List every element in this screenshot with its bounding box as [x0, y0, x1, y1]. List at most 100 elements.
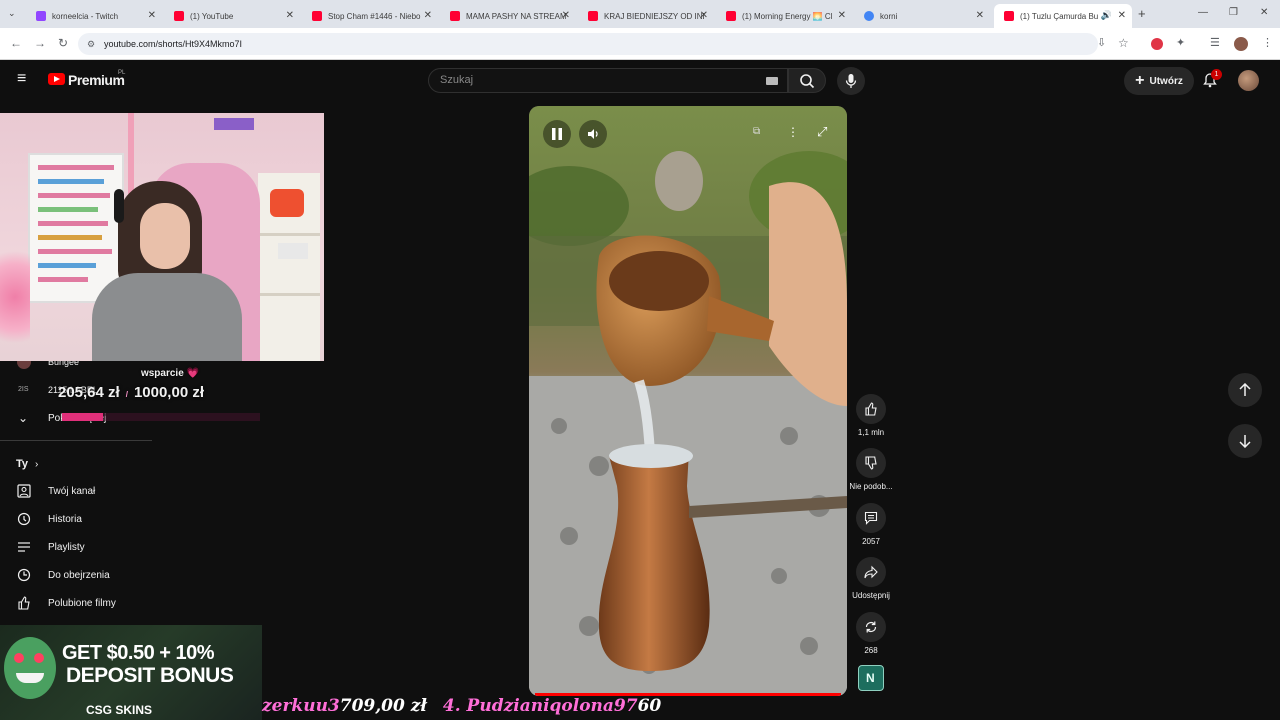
- sidebar-item-history[interactable]: Historia: [0, 505, 250, 533]
- donation-goal-row: 205,64 zł / 1000,00 zł: [0, 384, 262, 401]
- search-button[interactable]: [788, 68, 826, 93]
- ticker-rank: 4.: [442, 696, 461, 716]
- tab-close-icon[interactable]: ✕: [148, 10, 156, 21]
- chevron-right-icon: ›: [35, 458, 39, 470]
- sidebar-section-you[interactable]: Ty ›: [0, 450, 250, 478]
- minimize-icon[interactable]: —: [1198, 7, 1208, 18]
- tab-title: (1) Morning Energy 🌅 Cl: [742, 11, 833, 21]
- donation-label: wsparcie 💗: [140, 368, 200, 379]
- tab-close-icon[interactable]: ✕: [700, 10, 708, 21]
- sidebar-item-label: Do obejrzenia: [48, 569, 110, 581]
- webcam-overlay: [0, 113, 324, 361]
- more-options-icon[interactable]: ⋮: [787, 125, 799, 139]
- share-button[interactable]: Udostępnij: [849, 557, 893, 600]
- tab-search-icon[interactable]: ⌄: [8, 8, 16, 19]
- tab-close-icon[interactable]: ✕: [562, 10, 570, 21]
- window-close-icon[interactable]: ✕: [1260, 7, 1268, 18]
- create-button[interactable]: + Utwórz: [1124, 67, 1194, 95]
- previous-short-button[interactable]: [1228, 373, 1262, 407]
- tab-title: korni: [880, 11, 898, 21]
- next-short-button[interactable]: [1228, 424, 1262, 458]
- back-icon[interactable]: ←: [10, 36, 22, 50]
- sidebar-item-your-channel[interactable]: Twój kanał: [0, 477, 250, 505]
- captions-icon[interactable]: ⧉: [753, 126, 760, 137]
- pause-button[interactable]: [543, 120, 571, 148]
- tab-close-icon[interactable]: ✕: [976, 10, 984, 21]
- google-favicon-icon: [864, 11, 874, 21]
- sidebar-item-playlists[interactable]: Playlisty: [0, 533, 250, 561]
- extension-icon[interactable]: [1151, 38, 1163, 50]
- share-icon: [864, 565, 878, 579]
- sidebar-item-label: Polubione filmy: [48, 597, 116, 609]
- tab-tuzlu-active[interactable]: (1) Tuzlu Çamurda Bu 🔊 ✕: [994, 4, 1132, 28]
- remix-button[interactable]: 268: [849, 612, 893, 655]
- tab-morning-energy[interactable]: (1) Morning Energy 🌅 Cl ✕: [716, 4, 852, 28]
- keyboard-icon[interactable]: [766, 77, 778, 85]
- sound-thumbnail[interactable]: N: [858, 665, 884, 691]
- channel-icon: [17, 484, 31, 498]
- tab-close-icon[interactable]: ✕: [286, 10, 294, 21]
- playlist-icon: [18, 542, 30, 552]
- tab-youtube[interactable]: (1) YouTube ✕: [164, 4, 300, 28]
- youtube-favicon-icon: [1004, 11, 1014, 21]
- tab-close-icon[interactable]: ✕: [838, 10, 846, 21]
- account-avatar[interactable]: [1238, 70, 1259, 91]
- youtube-logo-icon[interactable]: [48, 73, 65, 85]
- sponsor-banner: GET $0.50 + 10% DEPOSIT BONUS CSG SKINS: [0, 625, 262, 720]
- search-icon: [800, 73, 815, 88]
- plus-icon: +: [1135, 72, 1145, 89]
- youtube-favicon-icon: [312, 11, 322, 21]
- like-button[interactable]: 1,1 mln: [849, 394, 893, 437]
- tab-title: (1) Tuzlu Çamurda Bu: [1020, 11, 1099, 21]
- tab-title: korneelcia - Twitch: [52, 11, 119, 21]
- browser-menu-icon[interactable]: ⋮: [1262, 36, 1273, 49]
- tab-title: Stop Cham #1446 - Niebo: [328, 11, 421, 21]
- search-input[interactable]: Szukaj: [428, 68, 788, 93]
- url-field[interactable]: ⚙ youtube.com/shorts/Ht9X4Mkmo7I: [78, 33, 1098, 55]
- donation-separator: /: [125, 390, 128, 399]
- site-info-icon[interactable]: ⚙: [87, 33, 95, 55]
- short-video-player[interactable]: ⧉ ⋮ ⤢: [529, 106, 847, 696]
- sidebar-item-watch-later[interactable]: Do obejrzenia: [0, 561, 250, 589]
- notification-badge: 1: [1211, 69, 1222, 80]
- video-frame: [529, 106, 847, 696]
- notifications-button[interactable]: 1: [1202, 69, 1222, 90]
- tab-kraj[interactable]: KRAJ BIEDNIEJSZY OD INDII ✕: [578, 4, 714, 28]
- fullscreen-icon[interactable]: ⤢: [817, 124, 827, 140]
- donation-progress-fill: [62, 413, 103, 421]
- wall-frame: [214, 118, 254, 130]
- logo-text[interactable]: Premium: [68, 72, 125, 88]
- bookmark-star-icon[interactable]: ☆: [1118, 36, 1129, 50]
- history-icon: [17, 512, 31, 526]
- volume-icon: [588, 129, 598, 139]
- volume-button[interactable]: [579, 120, 607, 148]
- tab-close-icon[interactable]: ✕: [1118, 10, 1126, 21]
- voice-search-button[interactable]: [837, 67, 865, 95]
- tab-stop-cham[interactable]: Stop Cham #1446 - Niebo ✕: [302, 4, 438, 28]
- tab-title: (1) YouTube: [190, 11, 234, 21]
- tab-audio-icon[interactable]: 🔊: [1101, 10, 1112, 21]
- ad-headline: GET $0.50 + 10%: [62, 642, 215, 664]
- tab-mama-pashy[interactable]: MAMA PASHY NA STREAM ✕: [440, 4, 576, 28]
- tab-twitch[interactable]: korneelcia - Twitch ✕: [26, 4, 162, 28]
- remix-icon: [865, 621, 877, 633]
- sidebar-item-liked-videos[interactable]: Polubione filmy: [0, 589, 250, 617]
- sidebar-item-label: Twój kanał: [48, 485, 96, 497]
- hamburger-menu-icon[interactable]: ≡: [17, 71, 26, 87]
- reload-icon[interactable]: ↻: [58, 36, 68, 50]
- comments-button[interactable]: 2057: [849, 503, 893, 546]
- install-app-icon[interactable]: ⇩: [1097, 36, 1106, 49]
- youtube-favicon-icon: [588, 11, 598, 21]
- search-placeholder: Szukaj: [440, 74, 474, 86]
- new-tab-button[interactable]: +: [1138, 6, 1146, 21]
- dislike-button[interactable]: Nie podob...: [849, 448, 893, 491]
- tab-korni[interactable]: korni ✕: [854, 4, 990, 28]
- forward-icon[interactable]: →: [34, 36, 46, 50]
- tab-close-icon[interactable]: ✕: [424, 10, 432, 21]
- reading-list-icon[interactable]: ☰: [1210, 36, 1220, 49]
- extensions-puzzle-icon[interactable]: ✦: [1176, 36, 1185, 49]
- profile-avatar[interactable]: [1234, 37, 1248, 51]
- thumbs-down-icon: [865, 456, 877, 470]
- sound-logo-icon: N: [866, 671, 875, 685]
- maximize-icon[interactable]: ❐: [1229, 7, 1238, 18]
